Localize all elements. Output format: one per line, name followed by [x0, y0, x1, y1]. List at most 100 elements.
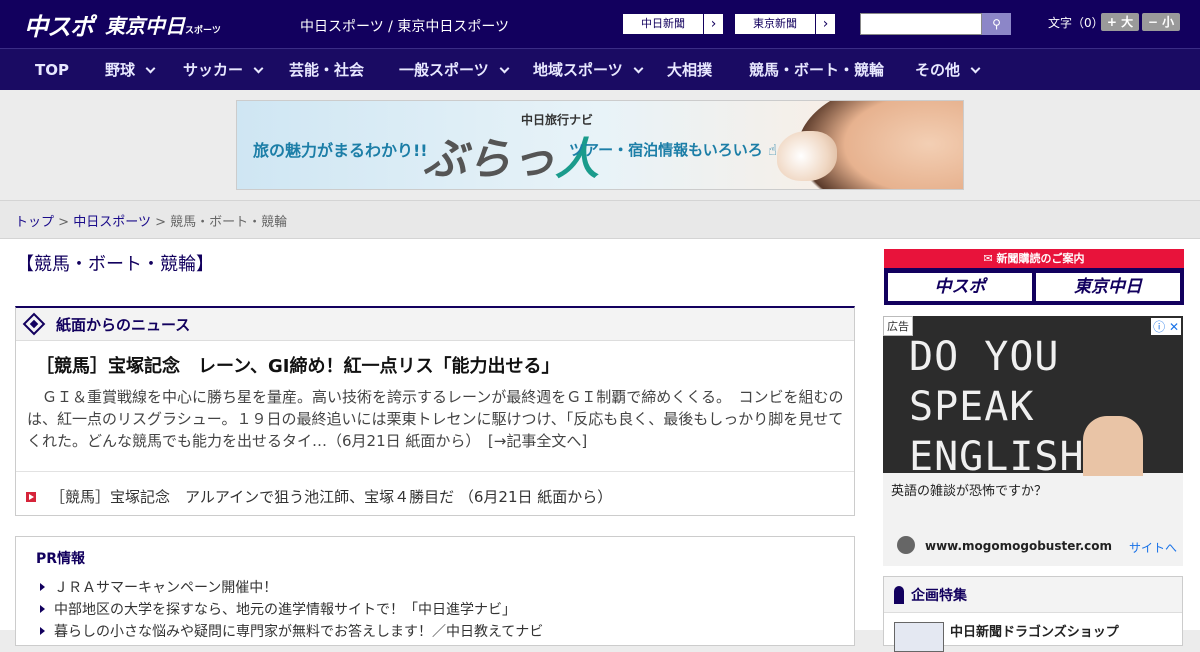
- tokyo-logo-small: スポーツ: [185, 25, 221, 36]
- travel-ad-banner[interactable]: 旅の魅力がまるわかり!! ぶらっ人 中日旅行ナビ ツアー・宿泊情報もいろいろ ☝: [236, 100, 964, 190]
- chuspo-logo[interactable]: 中スポ: [24, 7, 94, 42]
- seashell-image: [777, 131, 837, 181]
- breadcrumb-sep: >: [155, 215, 166, 230]
- article-link[interactable]: ［競馬］宝塚記念 アルアインで狙う池江師、宝塚４勝目だ （6月21日 紙面から）: [26, 486, 612, 507]
- nav-label: 大相撲: [667, 61, 713, 79]
- nav-item-other[interactable]: その他: [915, 49, 981, 91]
- triangle-bullet-icon: [40, 627, 45, 635]
- subscribe-tokyo-button[interactable]: 東京中日: [1036, 273, 1180, 301]
- nav-item-sumo[interactable]: 大相撲: [667, 49, 712, 91]
- nav-item-top[interactable]: TOP: [35, 49, 69, 91]
- banner-lead: 旅の魅力がまるわかり!!: [253, 141, 428, 160]
- site-header: 中スポ 東京中日スポーツ 中日スポーツ / 東京中日スポーツ 中日新聞 › 東京…: [0, 0, 1200, 48]
- breadcrumb-section[interactable]: 中日スポーツ: [73, 215, 151, 230]
- news-section-header: 紙面からのニュース: [16, 308, 854, 341]
- tokyo-logo-text: 東京中日: [105, 13, 185, 38]
- chevron-down-icon: [633, 63, 644, 73]
- nav-label: 芸能・社会: [289, 61, 365, 79]
- pr-item[interactable]: 中部地区の大学を探すなら、地元の進学情報サイトで！「中日進学ナビ」: [40, 599, 516, 619]
- site-logo[interactable]: 中スポ 東京中日スポーツ: [24, 7, 221, 42]
- breadcrumb-sep: >: [58, 215, 70, 230]
- chevron-right-icon: ›: [703, 14, 723, 34]
- page-title: 【競馬・ボート・競輪】: [16, 254, 214, 275]
- chevron-down-icon: [970, 63, 981, 73]
- subscription-box: ✉ 新聞購読のご案内 中スポ 東京中日: [884, 249, 1184, 305]
- pr-section-title: PR情報: [36, 551, 86, 567]
- ad-image-line-1: DO YOU SPEAK: [909, 334, 1060, 430]
- ad-headline[interactable]: 英語の雑談が恐怖ですか？: [891, 480, 1047, 499]
- pr-item[interactable]: ＪＲＡサマーキャンペーン開催中！: [40, 577, 277, 597]
- chevron-down-icon: [145, 63, 156, 73]
- feature-title: 企画特集: [911, 587, 967, 604]
- brand-main-1: ぶらっ: [423, 134, 555, 185]
- nav-label: サッカー: [183, 61, 244, 79]
- news-section-title: 紙面からのニュース: [56, 315, 191, 334]
- subscription-title-text: 新聞購読のご案内: [996, 252, 1085, 265]
- nav-item-local-sports[interactable]: 地域スポーツ: [533, 49, 644, 91]
- feature-item-title[interactable]: 中日新聞ドラゴンズショップ: [950, 621, 1119, 640]
- article-link-text: ［競馬］宝塚記念 アルアインで狙う池江師、宝塚４勝目だ （6月21日 紙面から）: [50, 488, 613, 506]
- play-bullet-icon: [26, 491, 36, 502]
- hand-image: [1083, 416, 1143, 476]
- breadcrumb-home[interactable]: トップ: [15, 215, 54, 230]
- chunichi-shimbun-label: 中日新聞: [641, 17, 685, 30]
- tokyo-shimbun-label: 東京新聞: [753, 17, 797, 30]
- nav-item-entertainment[interactable]: 芸能・社会: [289, 49, 364, 91]
- divider: [16, 471, 854, 472]
- ribbon-icon: [894, 585, 904, 604]
- pr-item-text: 中部地区の大学を探すなら、地元の進学情報サイトで！「中日進学ナビ」: [54, 602, 516, 618]
- breadcrumb: トップ > 中日スポーツ > 競馬・ボート・競輪: [15, 211, 287, 230]
- tokyo-chunichi-logo[interactable]: 東京中日スポーツ: [105, 10, 221, 39]
- font-size-label: 文字（0）: [1048, 16, 1104, 30]
- banner-brand-small: 中日旅行ナビ: [521, 113, 594, 127]
- pr-item-text: 暮らしの小さな悩みや疑問に専門家が無料でお答えします！／中日教えてナビ: [54, 624, 544, 640]
- chevron-right-icon: ›: [815, 14, 835, 34]
- nav-item-general-sports[interactable]: 一般スポーツ: [399, 49, 510, 91]
- nav-label: 野球: [105, 61, 136, 79]
- chunichi-shimbun-link[interactable]: 中日新聞 ›: [622, 13, 724, 35]
- nav-item-soccer[interactable]: サッカー: [183, 49, 264, 91]
- globe-icon: [897, 536, 915, 554]
- feature-thumbnail[interactable]: [894, 622, 944, 652]
- search-icon: ⚲: [992, 17, 1001, 31]
- ad-url[interactable]: www.mogomogobuster.com: [925, 539, 1112, 553]
- ad-choices-icon[interactable]: ⓘ ✕: [1151, 318, 1181, 335]
- font-bigger-button[interactable]: + 大: [1101, 13, 1139, 31]
- display-ad[interactable]: DO YOU SPEAK ENGLISH ? 広告 ⓘ ✕ 英語の雑談が恐怖ですか…: [883, 316, 1183, 566]
- site-title: 中日スポーツ / 東京中日スポーツ: [300, 19, 510, 35]
- newspaper-icon: ✉: [983, 252, 997, 265]
- subscription-title: ✉ 新聞購読のご案内: [884, 249, 1184, 268]
- chevron-down-icon: [499, 63, 510, 73]
- tokyo-shimbun-link[interactable]: 東京新聞 ›: [734, 13, 836, 35]
- triangle-bullet-icon: [40, 605, 45, 613]
- nav-label: 競馬・ボート・競輪: [749, 61, 885, 79]
- ad-site-link[interactable]: サイトへ: [1129, 539, 1177, 556]
- lead-article-body: ＧＩ＆重賞戦線を中心に勝ち星を量産。高い技術を誇示するレーンが最終週をＧＩ制覇で…: [27, 388, 844, 450]
- breadcrumb-current: 競馬・ボート・競輪: [170, 215, 288, 230]
- subscribe-chuspo-button[interactable]: 中スポ: [888, 273, 1032, 301]
- banner-area: 旅の魅力がまるわかり!! ぶらっ人 中日旅行ナビ ツアー・宿泊情報もいろいろ ☝: [0, 90, 1200, 200]
- search-input[interactable]: [860, 13, 982, 35]
- feature-section: 企画特集 中日新聞ドラゴンズショップ: [883, 576, 1183, 652]
- font-smaller-button[interactable]: − 小: [1142, 13, 1180, 31]
- newspaper-icon: [22, 312, 46, 336]
- nav-item-keiba[interactable]: 競馬・ボート・競輪: [749, 49, 884, 91]
- news-section: 紙面からのニュース ［競馬］宝塚記念 レーン、GI締め！紅一点リス「能力出せる」…: [15, 306, 855, 516]
- breadcrumb-bar: トップ > 中日スポーツ > 競馬・ボート・競輪: [0, 200, 1200, 239]
- lead-article-title[interactable]: ［競馬］宝塚記念 レーン、GI締め！紅一点リス「能力出せる」: [36, 352, 560, 378]
- chevron-down-icon: [253, 63, 264, 73]
- feature-header: 企画特集: [884, 577, 1182, 613]
- main-nav: TOP 野球 サッカー 芸能・社会 一般スポーツ 地域スポーツ 大相撲 競馬・ボ…: [0, 48, 1200, 90]
- nav-label: TOP: [35, 61, 69, 79]
- pr-item[interactable]: 暮らしの小さな悩みや疑問に専門家が無料でお答えします！／中日教えてナビ: [40, 621, 543, 641]
- nav-item-baseball[interactable]: 野球: [105, 49, 156, 91]
- triangle-bullet-icon: [40, 583, 45, 591]
- banner-tail: ツアー・宿泊情報もいろいろ ☝: [569, 139, 777, 160]
- pointing-hand-icon: ☝: [768, 141, 778, 159]
- banner-tail-text: ツアー・宿泊情報もいろいろ: [569, 141, 763, 159]
- search-button[interactable]: ⚲: [982, 13, 1011, 35]
- nav-label: 地域スポーツ: [533, 61, 623, 79]
- nav-label: 一般スポーツ: [399, 61, 489, 79]
- chalkboard-ad-image[interactable]: DO YOU SPEAK ENGLISH ?: [883, 316, 1183, 480]
- nav-label: その他: [915, 61, 961, 79]
